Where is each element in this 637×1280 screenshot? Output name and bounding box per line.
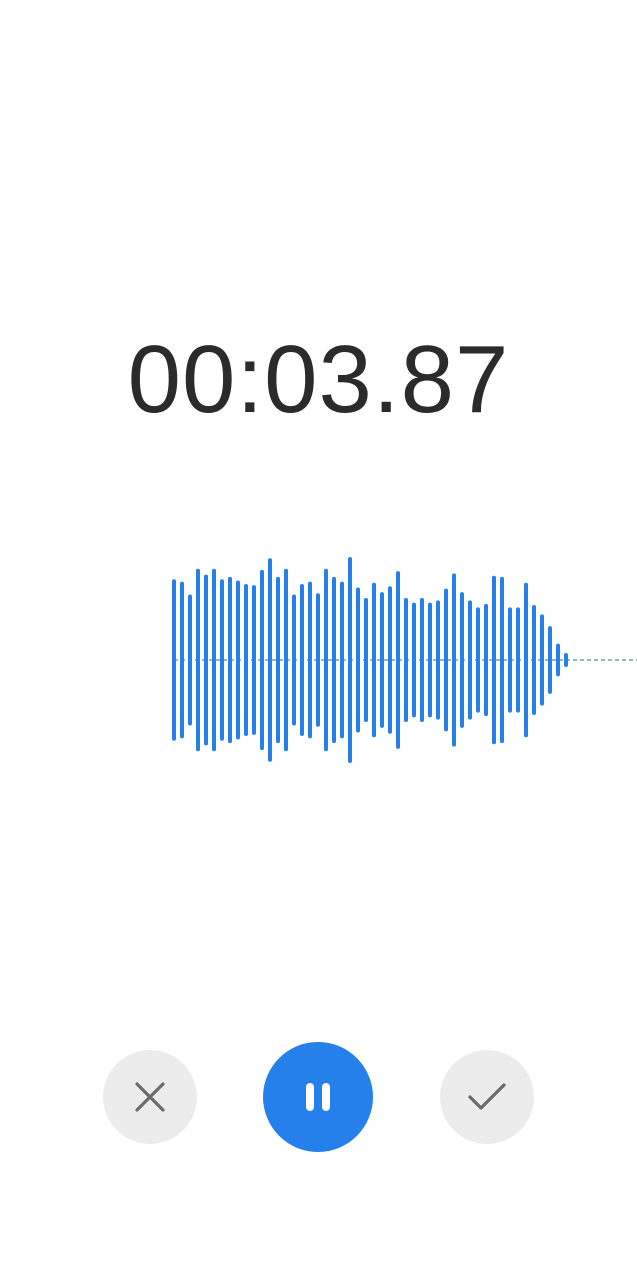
waveform-bar: [500, 576, 504, 744]
waveform-bar: [564, 652, 568, 668]
waveform-bar: [396, 571, 400, 749]
waveform-bar: [532, 605, 536, 715]
waveform-bar: [484, 603, 488, 717]
recording-controls: [0, 1040, 637, 1154]
elapsed-time: 00:03.87: [127, 326, 510, 433]
waveform-bar: [476, 607, 480, 713]
waveform-bar: [420, 597, 424, 723]
waveform-bar: [260, 569, 264, 751]
waveform-bar: [468, 600, 472, 720]
waveform-bar: [380, 592, 384, 728]
pause-icon: [306, 1083, 330, 1111]
waveform-bar: [524, 582, 528, 738]
waveform-bar: [172, 579, 176, 741]
checkmark-icon: [468, 1083, 506, 1110]
waveform-bar: [180, 581, 184, 739]
waveform-bar: [412, 602, 416, 718]
waveform-bar: [196, 568, 200, 752]
waveform-bar: [404, 597, 408, 723]
waveform-bar: [228, 576, 232, 744]
waveform-bar: [460, 592, 464, 728]
waveform-bar: [268, 558, 272, 762]
waveform-bar: [428, 602, 432, 718]
waveform-bar: [292, 594, 296, 726]
waveform-bar: [324, 568, 328, 752]
waveform-bar: [340, 581, 344, 739]
waveform-bar: [252, 585, 256, 735]
cancel-button[interactable]: [103, 1050, 197, 1144]
waveform-bar: [364, 597, 368, 723]
waveform-bar: [300, 583, 304, 737]
waveform-bar: [276, 576, 280, 744]
waveform-bar: [452, 573, 456, 747]
waveform-bar: [516, 607, 520, 713]
waveform-bar: [508, 607, 512, 713]
waveform-bar: [332, 576, 336, 744]
waveform-bar: [356, 587, 360, 733]
waveform-bar: [284, 568, 288, 752]
close-icon: [135, 1082, 165, 1112]
waveform-bar: [548, 626, 552, 694]
waveform-bar: [556, 643, 560, 677]
waveform-bar: [220, 579, 224, 741]
waveform-bar: [188, 594, 192, 726]
waveform-bar: [348, 557, 352, 763]
waveform-bar: [204, 574, 208, 746]
audio-waveform: [172, 557, 637, 763]
waveform-bar: [308, 581, 312, 739]
waveform-bar: [212, 568, 216, 752]
waveform-bar: [372, 582, 376, 738]
waveform-bar: [540, 614, 544, 706]
waveform-bar: [244, 583, 248, 737]
waveform-bar: [316, 593, 320, 727]
waveform-bar: [388, 586, 392, 734]
pause-button[interactable]: [263, 1042, 373, 1152]
waveform-bar: [236, 580, 240, 740]
waveform-bar: [444, 588, 448, 732]
waveform-bar: [492, 575, 496, 745]
waveform-bar: [436, 600, 440, 720]
confirm-button[interactable]: [440, 1050, 534, 1144]
